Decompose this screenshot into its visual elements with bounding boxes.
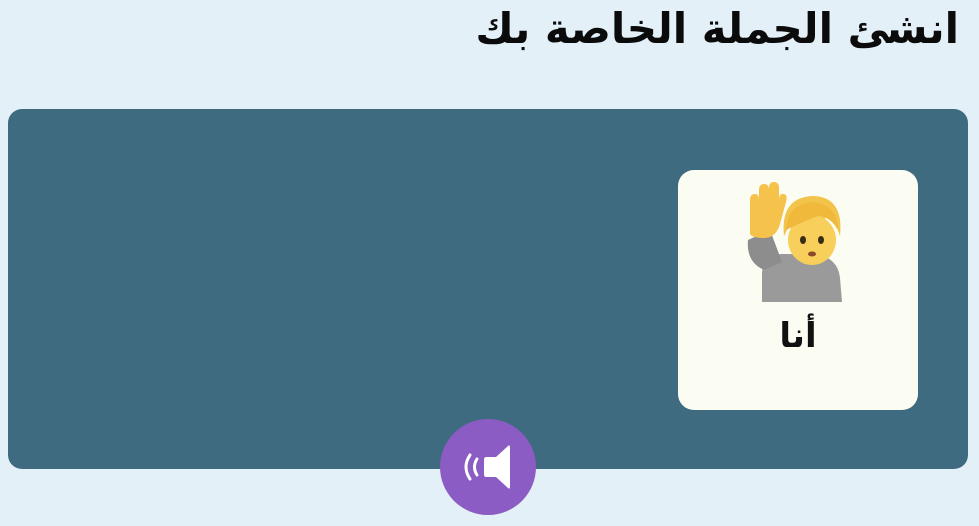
word-card-ana[interactable]: أنا bbox=[678, 170, 918, 410]
play-audio-button[interactable] bbox=[440, 419, 536, 515]
page-title: انشئ الجملة الخاصة بك bbox=[475, 4, 959, 53]
person-raising-hand-icon bbox=[747, 182, 842, 302]
word-card-label: أنا bbox=[779, 316, 817, 356]
speaker-icon bbox=[464, 445, 510, 489]
